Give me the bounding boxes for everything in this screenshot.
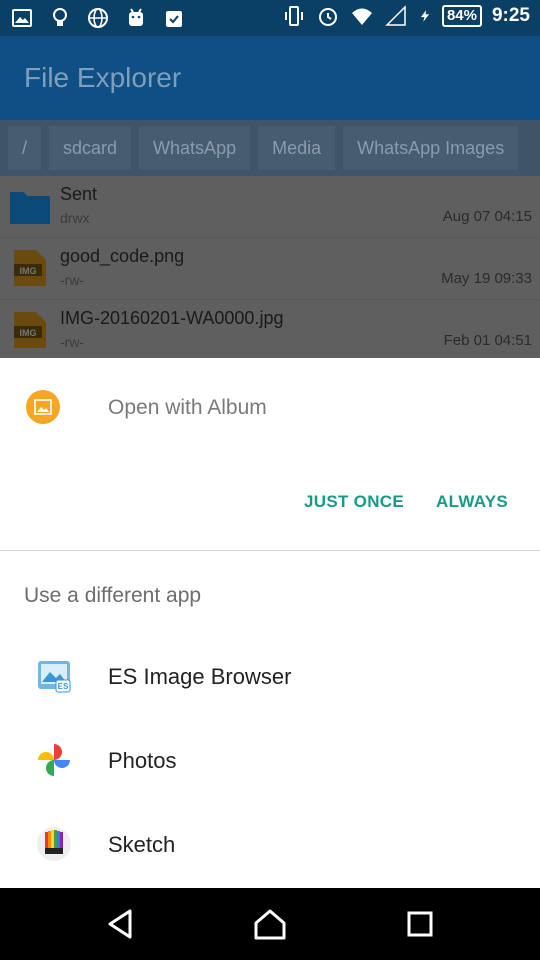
file-name: Sent	[60, 184, 98, 204]
gallery-notification-icon	[12, 9, 32, 27]
lightbulb-icon	[53, 8, 67, 26]
app-option-label: Sketch	[108, 832, 176, 857]
app-option-es-image-browser[interactable]: ES ES Image Browser	[0, 638, 540, 722]
charging-bolt-icon	[420, 10, 430, 22]
file-name: good_code.png	[60, 246, 185, 266]
just-once-button[interactable]: JUST ONCE	[304, 492, 404, 512]
clipboard-check-icon	[166, 11, 182, 27]
svg-text:IMG: IMG	[20, 266, 37, 276]
app-bar: File Explorer	[0, 36, 540, 120]
signal-icon	[385, 5, 406, 26]
folder-icon	[10, 192, 50, 224]
divider	[0, 550, 540, 551]
globe-icon	[88, 8, 108, 28]
app-option-photos[interactable]: Photos	[0, 722, 540, 806]
wifi-icon	[351, 8, 372, 25]
use-different-app-heading: Use a different app	[24, 584, 202, 607]
app-option-sketch[interactable]: Sketch	[0, 806, 540, 890]
list-item[interactable]: IMG IMG-20160201-WA0000.jpg -rw- Feb 01 …	[0, 300, 540, 362]
list-item[interactable]: Sent drwx Aug 07 04:15	[0, 176, 540, 238]
open-with-title: Open with Album	[108, 396, 267, 419]
picture-icon	[34, 399, 52, 415]
status-bar: 84% 9:25	[0, 0, 540, 36]
file-date: May 19 09:33	[441, 270, 532, 287]
breadcrumb-media[interactable]: Media	[258, 126, 336, 170]
breadcrumb-root[interactable]: /	[8, 126, 42, 170]
vibrate-icon	[284, 6, 303, 26]
image-file-icon: IMG	[14, 312, 46, 348]
list-item[interactable]: IMG good_code.png -rw- May 19 09:33	[0, 238, 540, 300]
navigation-bar	[0, 888, 540, 960]
app-title: File Explorer	[24, 62, 182, 93]
svg-text:IMG: IMG	[20, 328, 37, 338]
photos-pinwheel-icon	[38, 744, 70, 776]
file-list: Sent drwx Aug 07 04:15 IMG good_code.png…	[0, 176, 540, 362]
file-permissions: -rw-	[60, 334, 85, 350]
file-date: Feb 01 04:51	[443, 332, 532, 349]
home-icon[interactable]	[252, 906, 288, 942]
alarm-icon	[318, 8, 337, 26]
breadcrumb-whatsapp[interactable]: WhatsApp	[139, 126, 251, 170]
always-button[interactable]: ALWAYS	[436, 492, 508, 512]
clock: 9:25	[491, 5, 530, 26]
app-option-label: Photos	[108, 748, 177, 773]
android-icon	[129, 8, 143, 26]
file-permissions: drwx	[60, 210, 90, 226]
sketch-icon	[37, 827, 71, 861]
image-file-icon: IMG	[14, 250, 46, 286]
breadcrumb-sdcard[interactable]: sdcard	[49, 126, 132, 170]
album-app-icon	[26, 390, 60, 424]
back-icon[interactable]	[102, 906, 138, 942]
es-image-browser-icon: ES	[38, 661, 71, 693]
battery-level: 84%	[441, 5, 482, 27]
breadcrumb: / sdcard WhatsApp Media WhatsApp Images	[0, 120, 540, 176]
file-date: Aug 07 04:15	[442, 208, 532, 225]
svg-text:ES: ES	[58, 682, 69, 691]
file-permissions: -rw-	[60, 272, 85, 288]
recent-apps-icon[interactable]	[402, 906, 438, 942]
app-option-label: ES Image Browser	[108, 664, 292, 689]
app-chooser-sheet: Open with Album JUST ONCE ALWAYS Use a d…	[0, 358, 540, 888]
file-name: IMG-20160201-WA0000.jpg	[60, 308, 284, 328]
breadcrumb-whatsapp-images[interactable]: WhatsApp Images	[343, 126, 519, 170]
